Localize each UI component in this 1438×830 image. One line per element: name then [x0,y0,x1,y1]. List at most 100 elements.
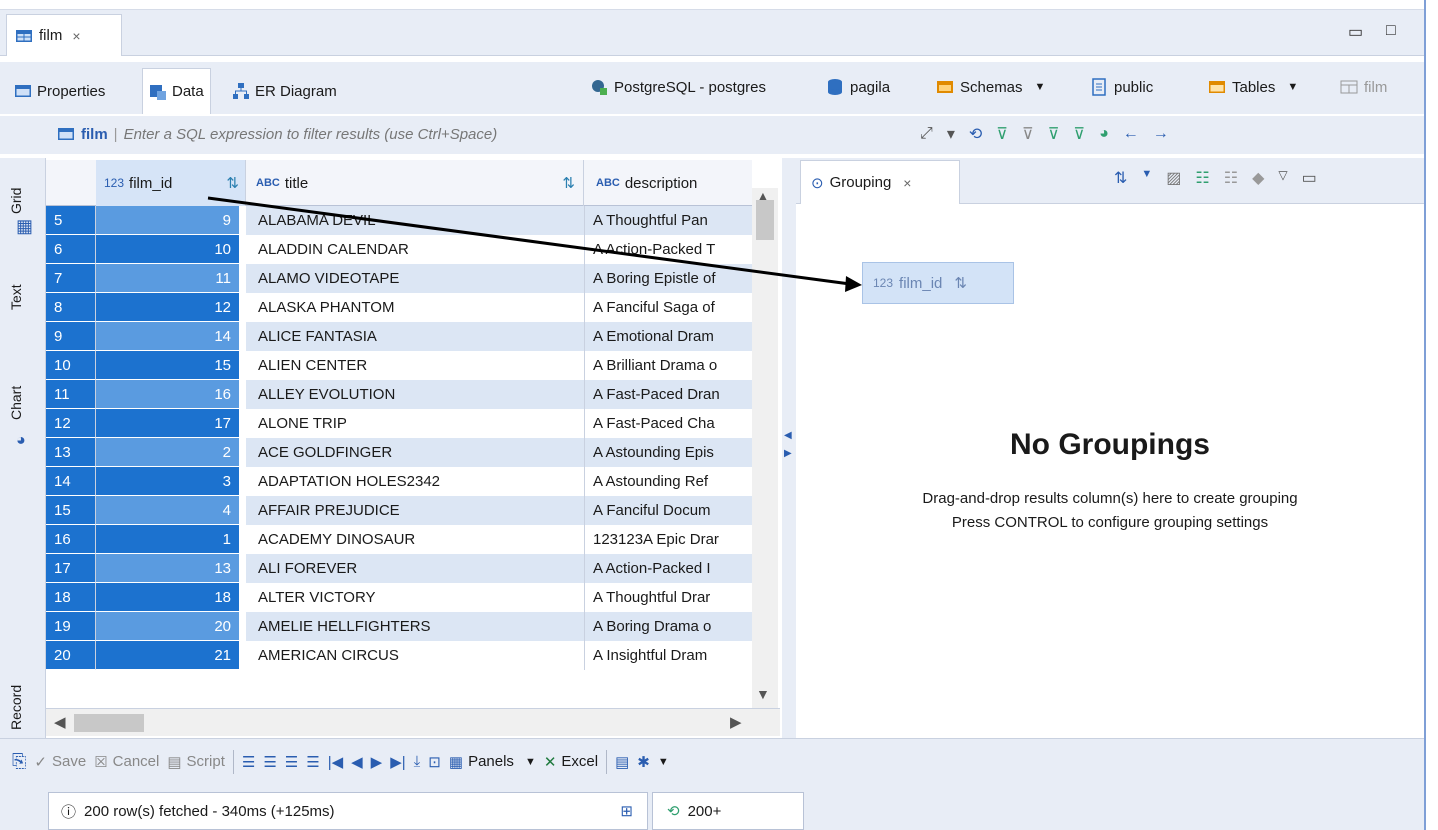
cell-film-id[interactable]: 21 [96,641,239,670]
table-row[interactable]: 12 17 ALONE TRIP A Fast-Paced Cha [46,409,780,438]
table-row[interactable]: 15 4 AFFAIR PREJUDICE A Fanciful Docum [46,496,780,525]
auto-refresh-icon[interactable]: ◕ [1099,125,1109,143]
breadcrumb-connection[interactable]: PostgreSQL - postgres [590,72,766,102]
filter-save-icon[interactable]: ⊽ [1048,124,1060,144]
filter-clear-icon[interactable]: ⊽ [1022,124,1034,144]
group-add-icon[interactable]: ⇅ [1114,168,1127,188]
cell-description[interactable]: A Action-Packed I [584,554,752,583]
save-button[interactable]: ✓ Save [34,753,86,771]
column-header-description[interactable]: ABC description [584,160,752,206]
tab-chart[interactable]: Chart [8,386,24,420]
tab-properties[interactable]: Properties [8,68,111,114]
cell-film-id[interactable]: 10 [96,235,239,264]
cell-description[interactable]: A Boring Drama o [584,612,752,641]
dragged-column-chip[interactable]: 123 film_id ⇅ [862,262,1014,304]
panel-splitter[interactable]: ◀ ▶ [782,158,796,738]
cell-title[interactable]: ALABAMA DEVIL [246,206,584,235]
table-row[interactable]: 20 21 AMERICAN CIRCUS A Insightful Dram [46,641,780,670]
record-new-icon[interactable]: ⎘ [12,751,26,772]
cell-description[interactable]: A Thoughtful Pan [584,206,752,235]
fetch-all-icon[interactable]: ⊡ [428,753,441,771]
row-number[interactable]: 6 [46,235,96,264]
column-header-film-id[interactable]: 123 film_id ⇅ [96,160,246,206]
cell-title[interactable]: AMELIE HELLFIGHTERS [246,612,584,641]
row-number[interactable]: 7 [46,264,96,293]
table-row[interactable]: 9 14 ALICE FANTASIA A Emotional Dram [46,322,780,351]
prev-page-icon[interactable]: ◀ [351,753,363,771]
edit-row-icon[interactable]: ☰ [242,753,255,771]
pin-icon[interactable]: ⊞ [620,802,633,820]
maximize-icon[interactable]: □ [1386,22,1396,40]
cell-title[interactable]: ACADEMY DINOSAUR [246,525,584,554]
excel-button[interactable]: ✕ Excel [544,753,598,771]
table-row[interactable]: 8 12 ALASKA PHANTOM A Fanciful Saga of [46,293,780,322]
row-number[interactable]: 11 [46,380,96,409]
expand-icon[interactable]: ⤢ [920,125,933,143]
row-number[interactable]: 17 [46,554,96,583]
close-icon[interactable]: × [72,28,80,44]
table-row[interactable]: 7 11 ALAMO VIDEOTAPE A Boring Epistle of [46,264,780,293]
table-row[interactable]: 13 2 ACE GOLDFINGER A Astounding Epis [46,438,780,467]
eraser-icon[interactable]: ◆ [1252,168,1264,188]
column-header-title[interactable]: ABC title ⇅ [246,160,584,206]
tab-grid[interactable]: Grid [8,188,24,214]
chevron-down-icon[interactable]: ▼ [1287,81,1298,93]
cell-description[interactable]: A Boring Epistle of [584,264,752,293]
cell-title[interactable]: ALASKA PHANTOM [246,293,584,322]
forward-icon[interactable]: → [1153,125,1169,143]
row-number[interactable]: 14 [46,467,96,496]
chevron-down-icon[interactable]: ▼ [525,756,536,768]
editor-tab-film[interactable]: film × [6,14,122,56]
row-number[interactable]: 13 [46,438,96,467]
tab-text[interactable]: Text [8,284,24,310]
cell-film-id[interactable]: 14 [96,322,239,351]
row-number[interactable]: 5 [46,206,96,235]
breadcrumb-database[interactable]: pagila [826,72,890,102]
row-number[interactable]: 20 [46,641,96,670]
cell-description[interactable]: A Astounding Ref [584,467,752,496]
layout-icon[interactable]: ☷ [1195,168,1209,188]
scroll-left-icon[interactable]: ◀ [54,713,66,731]
scrollbar-thumb[interactable] [74,714,144,732]
cell-film-id[interactable]: 16 [96,380,239,409]
cell-title[interactable]: ALAMO VIDEOTAPE [246,264,584,293]
table-row[interactable]: 14 3 ADAPTATION HOLES2342 A Astounding Ref [46,467,780,496]
panels-button[interactable]: ▦ Panels ▼ [449,753,536,771]
layout-icon[interactable]: ▤ [615,753,629,771]
add-row-icon[interactable]: ☰ [263,753,276,771]
cell-description[interactable]: A Fast-Paced Dran [584,380,752,409]
filter-apply-icon[interactable]: ⊽ [996,124,1008,144]
scroll-down-icon[interactable]: ▼ [756,686,770,702]
back-icon[interactable]: ← [1123,125,1139,143]
cell-title[interactable]: ALADDIN CALENDAR [246,235,584,264]
collapse-left-icon[interactable]: ◀ [784,430,792,441]
group-clear-icon[interactable]: ▨ [1166,168,1181,188]
cell-film-id[interactable]: 17 [96,409,239,438]
first-page-icon[interactable]: |◀ [328,753,343,771]
breadcrumb-schemas[interactable]: Schemas ▼ [936,72,1045,102]
cancel-button[interactable]: ☒ Cancel [94,753,159,771]
view-menu-icon[interactable]: ▽ [1278,168,1287,188]
cell-title[interactable]: ADAPTATION HOLES2342 [246,467,584,496]
fetch-page-icon[interactable]: ⤓ [414,753,421,770]
row-number[interactable]: 15 [46,496,96,525]
row-number[interactable]: 12 [46,409,96,438]
minimize-icon[interactable]: ▭ [1302,168,1317,188]
filter-input[interactable]: film | Enter a SQL expression to filter … [57,120,617,148]
cell-title[interactable]: ALTER VICTORY [246,583,584,612]
row-number[interactable]: 10 [46,351,96,380]
next-page-icon[interactable]: ▶ [371,753,383,771]
row-number[interactable]: 9 [46,322,96,351]
cell-description[interactable]: 123123A Epic Drar [584,525,752,554]
close-icon[interactable]: × [903,175,911,191]
cell-film-id[interactable]: 1 [96,525,239,554]
chevron-down-icon[interactable]: ▼ [1035,81,1046,93]
copy-row-icon[interactable]: ☰ [285,753,298,771]
cell-description[interactable]: A Insightful Dram [584,641,752,670]
table-row[interactable]: 19 20 AMELIE HELLFIGHTERS A Boring Drama o [46,612,780,641]
cell-title[interactable]: AFFAIR PREJUDICE [246,496,584,525]
cell-description[interactable]: A Thoughtful Drar [584,583,752,612]
cell-title[interactable]: ALONE TRIP [246,409,584,438]
table-row[interactable]: 17 13 ALI FOREVER A Action-Packed I [46,554,780,583]
scrollbar-thumb[interactable] [756,200,774,240]
